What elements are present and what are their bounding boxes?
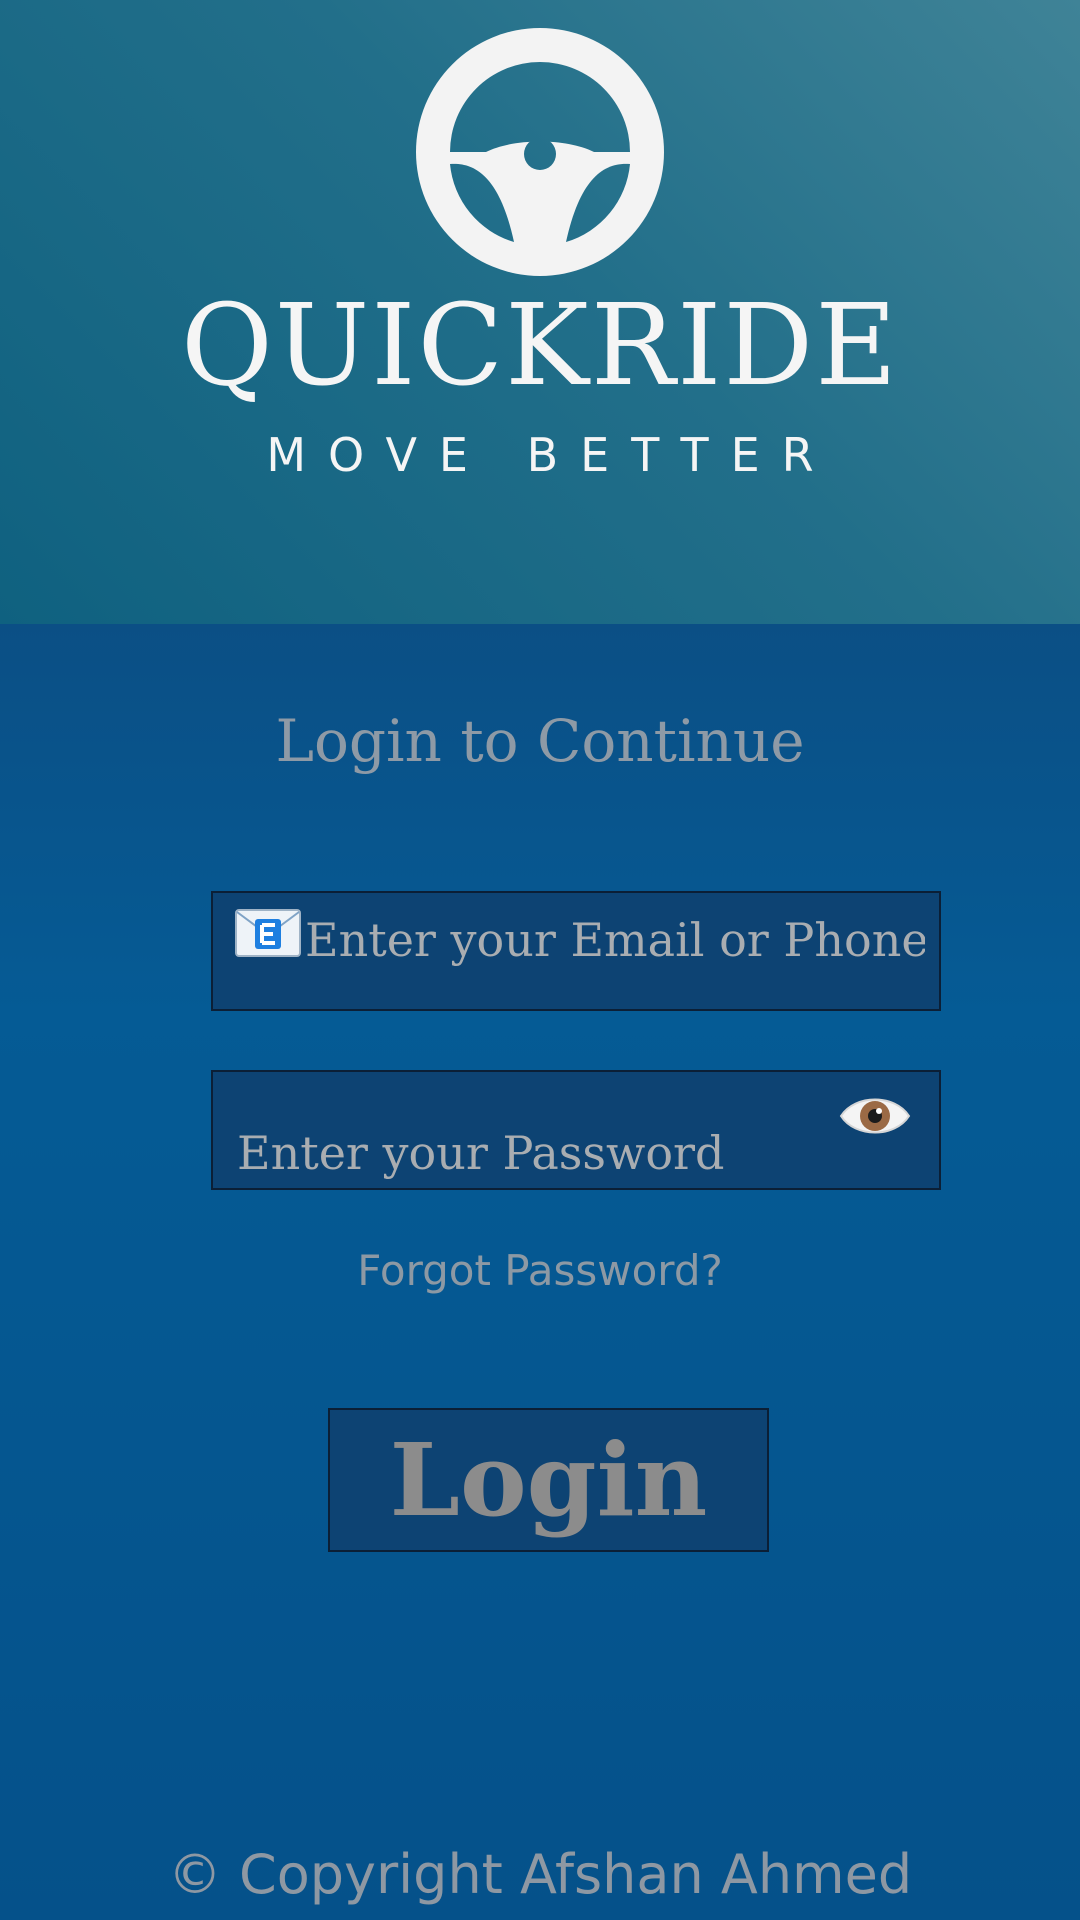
header-banner: QUICKRIDE MOVE BETTER [0, 0, 1080, 624]
email-field-container [211, 891, 941, 1011]
steering-wheel-icon [416, 28, 664, 276]
copyright-text: © Copyright Afshan Ahmed [167, 1843, 913, 1906]
login-button[interactable]: Login [328, 1408, 769, 1552]
forgot-password-link[interactable]: Forgot Password? [0, 1250, 1080, 1292]
eye-icon[interactable] [839, 1090, 911, 1142]
password-input[interactable] [237, 1118, 797, 1188]
brand-name: QUICKRIDE [181, 281, 899, 411]
login-heading: Login to Continue [275, 707, 805, 775]
email-icon [235, 909, 301, 957]
email-input[interactable] [305, 905, 925, 975]
brand-tagline: MOVE BETTER [266, 428, 836, 482]
password-field-container [211, 1070, 941, 1190]
